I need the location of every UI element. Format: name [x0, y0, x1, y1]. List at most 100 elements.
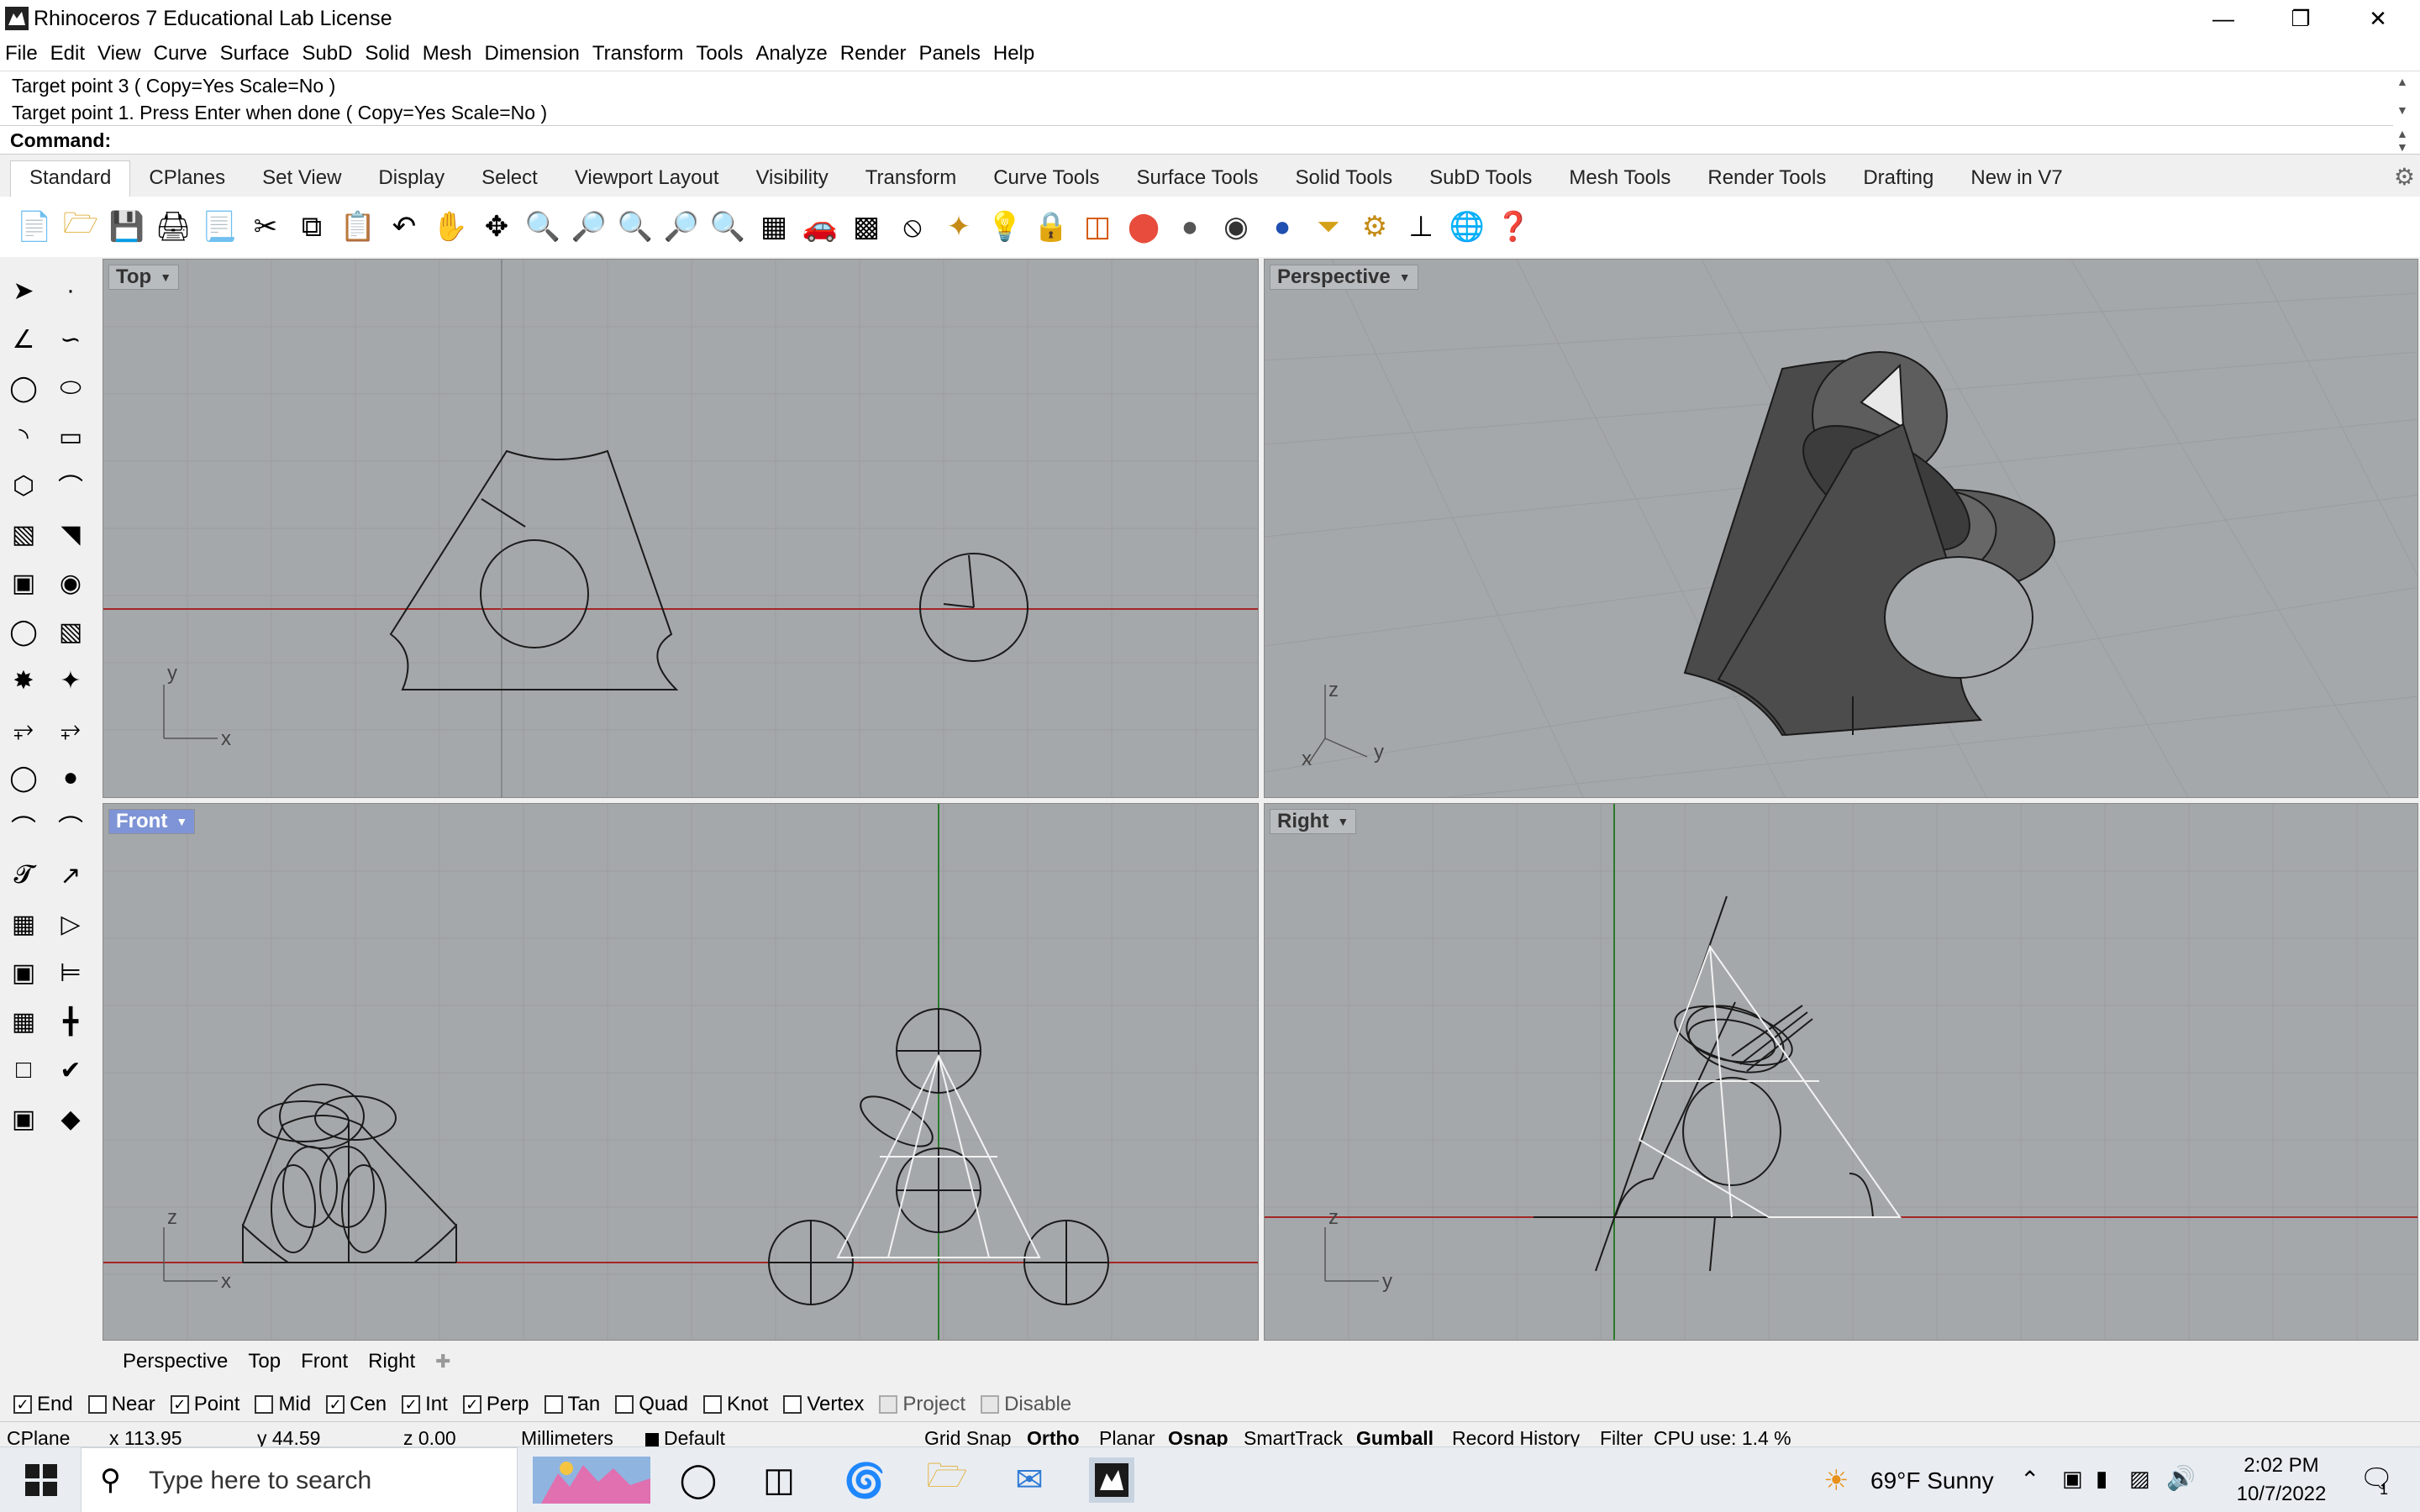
cylinder-icon[interactable]: ◯ — [5, 613, 42, 650]
menu-view[interactable]: View — [97, 42, 141, 66]
zoom-extents-icon[interactable]: 🔍 — [616, 207, 655, 246]
osnap-quad[interactable]: Quad — [615, 1393, 688, 1416]
osnap-tan[interactable]: Tan — [544, 1393, 600, 1416]
extrude-surface-icon[interactable]: ◥ — [52, 516, 89, 553]
osnap-project[interactable]: Project — [879, 1393, 965, 1416]
polyline-icon[interactable]: ∠ — [5, 321, 42, 358]
menu-transform[interactable]: Transform — [592, 42, 683, 66]
light-bulb-icon[interactable]: 💡 — [986, 207, 1024, 246]
zoom-icon[interactable]: 🔍 — [523, 207, 562, 246]
menu-tools[interactable]: Tools — [696, 42, 743, 66]
import-icon[interactable]: 📃 — [200, 207, 239, 246]
lock-icon[interactable]: 🔒 — [1032, 207, 1071, 246]
dimension-icon[interactable]: ⊥ — [1402, 207, 1440, 246]
menu-analyze[interactable]: Analyze — [755, 42, 827, 66]
chevron-down-icon[interactable]: ▼ — [1399, 270, 1411, 284]
mirror-icon[interactable]: ▷ — [52, 906, 89, 942]
chevron-down-icon[interactable]: ▼ — [160, 270, 171, 284]
checkbox-icon[interactable] — [702, 1395, 722, 1414]
boolean-difference-icon[interactable]: ● — [52, 759, 89, 796]
checkbox-checked-icon[interactable]: ✓ — [462, 1395, 481, 1414]
menu-render[interactable]: Render — [840, 42, 907, 66]
minimize-button[interactable]: — — [2185, 0, 2262, 37]
cortana-icon[interactable]: ◯ — [676, 1457, 721, 1503]
explode-icon[interactable]: ✦ — [52, 662, 89, 699]
viewport-tab-front[interactable]: Front — [296, 1347, 353, 1377]
copy-icon[interactable]: ⧉ — [292, 207, 331, 246]
checkbox-checked-icon[interactable]: ✓ — [402, 1395, 421, 1414]
viewport-front[interactable]: x z Front ▼ — [103, 803, 1259, 1341]
command-input[interactable] — [118, 128, 2386, 151]
sphere-icon[interactable]: ◉ — [52, 564, 89, 601]
taskbar-search-box[interactable]: ⚲ Type here to search — [81, 1447, 518, 1512]
ellipse-icon[interactable]: ⬭ — [52, 370, 89, 407]
point-icon[interactable]: · — [52, 272, 89, 309]
osnap-perp[interactable]: ✓ Perp — [462, 1393, 529, 1416]
osnap-near[interactable]: Near — [87, 1393, 155, 1416]
trim-icon[interactable]: ⥅ — [5, 711, 42, 748]
viewport-title-right[interactable]: Right ▼ — [1270, 809, 1357, 834]
shaded-sphere-icon[interactable]: ● — [1171, 207, 1209, 246]
material-sphere-icon[interactable]: ● — [1263, 207, 1302, 246]
file-explorer-icon[interactable]: 🗁 — [924, 1457, 970, 1503]
layers-icon[interactable]: ◫ — [1078, 207, 1117, 246]
undo-view-icon[interactable]: 🔍 — [708, 207, 747, 246]
history-scroll-down-icon[interactable]: ▼ — [2396, 103, 2408, 117]
command-scroll-down-icon[interactable]: ▼ — [2396, 140, 2408, 154]
fillet-curve-icon[interactable]: ⌒ — [52, 467, 89, 504]
tab-drafting[interactable]: Drafting — [1844, 161, 1952, 197]
tab-cplanes[interactable]: CPlanes — [130, 161, 244, 197]
viewport-tab-perspective[interactable]: Perspective — [118, 1347, 233, 1377]
surface-corner-icon[interactable]: ▧ — [5, 516, 42, 553]
menu-subd[interactable]: SubD — [302, 42, 352, 66]
gear-icon[interactable]: ⚙ — [2394, 163, 2415, 191]
array-icon[interactable]: ▦ — [5, 906, 42, 942]
clock-time[interactable]: 2:02 PM — [2235, 1454, 2328, 1478]
block-icon[interactable]: ▣ — [5, 954, 42, 991]
arc-icon[interactable]: ◝ — [5, 418, 42, 455]
history-scroll-up-icon[interactable]: ▲ — [2396, 75, 2408, 88]
battery-icon[interactable]: ▮ — [2096, 1466, 2107, 1492]
new-file-icon[interactable]: 📄 — [15, 207, 54, 246]
checkbox-disabled-icon[interactable] — [981, 1395, 1000, 1414]
edge-browser-icon[interactable]: 🌀 — [842, 1457, 887, 1503]
tab-render-tools[interactable]: Render Tools — [1689, 161, 1844, 197]
chevron-down-icon[interactable]: ▼ — [1337, 815, 1349, 828]
tab-new-in-v7[interactable]: New in V7 — [1952, 161, 2081, 197]
show-hidden-icons-chevron-icon[interactable]: ⌃ — [2020, 1466, 2039, 1494]
print-icon[interactable]: 🖨 — [154, 207, 192, 246]
close-button[interactable]: ✕ — [2339, 0, 2417, 37]
mesh-plane-icon[interactable]: ▧ — [52, 613, 89, 650]
tab-solid-tools[interactable]: Solid Tools — [1276, 161, 1411, 197]
tab-set-view[interactable]: Set View — [244, 161, 360, 197]
chevron-down-icon[interactable]: ▼ — [176, 815, 187, 828]
menu-curve[interactable]: Curve — [154, 42, 208, 66]
viewport-title-top[interactable]: Top ▼ — [108, 265, 180, 290]
rhino-taskbar-icon[interactable] — [1089, 1457, 1134, 1503]
tab-curve-tools[interactable]: Curve Tools — [975, 161, 1118, 197]
checkbox-icon[interactable] — [255, 1395, 274, 1414]
open-folder-icon[interactable]: 🗁 — [61, 207, 100, 246]
volume-icon[interactable]: 🔊 — [2166, 1464, 2196, 1492]
osnap-int[interactable]: ✓ Int — [402, 1393, 448, 1416]
notifications-icon[interactable]: 🗨 — [2360, 1462, 2394, 1494]
menu-file[interactable]: File — [5, 42, 38, 66]
render-sphere-icon[interactable]: ◉ — [1217, 207, 1255, 246]
osnap-disable[interactable]: Disable — [981, 1393, 1071, 1416]
split-icon[interactable]: ⥅ — [52, 711, 89, 748]
offset-icon[interactable]: ⌒ — [52, 808, 89, 845]
checkbox-icon[interactable] — [783, 1395, 802, 1414]
osnap-cen[interactable]: ✓ Cen — [326, 1393, 387, 1416]
curve-icon[interactable]: ∽ — [52, 321, 89, 358]
align-icon[interactable]: ╋ — [52, 1003, 89, 1040]
save-icon[interactable]: 💾 — [108, 207, 146, 246]
osnap-end[interactable]: ✓ End — [13, 1393, 73, 1416]
menu-panels[interactable]: Panels — [918, 42, 980, 66]
osnap-knot[interactable]: Knot — [702, 1393, 768, 1416]
options-gear-icon[interactable]: ⚙ — [1355, 207, 1394, 246]
gumball-icon[interactable]: ✦ — [939, 207, 978, 246]
menu-surface[interactable]: Surface — [220, 42, 290, 66]
cut-icon[interactable]: ✂ — [246, 207, 285, 246]
menu-edit[interactable]: Edit — [50, 42, 85, 66]
color-wheel-icon[interactable]: ⬤ — [1124, 207, 1163, 246]
